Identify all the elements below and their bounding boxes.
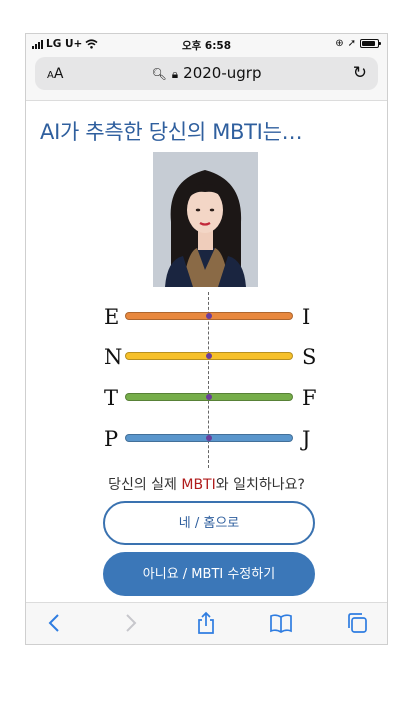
- browser-toolbar: [26, 602, 387, 644]
- url-text: 2020-ugrp: [183, 64, 262, 82]
- mbti-marker: [206, 313, 212, 319]
- mbti-marker: [206, 435, 212, 441]
- mbti-right-letter: I: [302, 305, 311, 329]
- lock-icon: 🔒︎: [171, 67, 179, 81]
- mbti-left-letter: N: [104, 345, 123, 369]
- orientation-lock-icon: ⊕: [335, 38, 344, 49]
- confirm-question: 당신의 실제 MBTI와 일치하나요?: [108, 477, 305, 493]
- reload-icon[interactable]: ↻: [353, 63, 367, 83]
- mbti-row: EI: [26, 305, 387, 330]
- mbti-left-letter: T: [104, 386, 119, 410]
- mbti-right-letter: F: [302, 386, 317, 410]
- profile-photo: [153, 152, 258, 287]
- mbti-left-letter: P: [104, 427, 119, 451]
- mbti-marker: [206, 394, 212, 400]
- mbti-row: TF: [26, 386, 387, 411]
- phone-screen: LG U+ 오후 6:58 ⊕ ➚ AA 🔍︎ 🔒︎ 2020-ugrp ↻ AI가…: [25, 33, 388, 645]
- share-icon[interactable]: [194, 611, 218, 635]
- address-bar-area: AA 🔍︎ 🔒︎ 2020-ugrp ↻: [26, 56, 387, 101]
- status-time: 오후 6:58: [181, 40, 232, 52]
- back-icon[interactable]: [43, 611, 67, 635]
- address-bar[interactable]: AA 🔍︎ 🔒︎ 2020-ugrp ↻: [35, 57, 378, 90]
- location-icon: ➚: [347, 38, 356, 49]
- mbti-row: PJ: [26, 427, 387, 452]
- mbti-row: NS: [26, 345, 387, 370]
- edit-mbti-button[interactable]: 아니요 / MBTI 수정하기: [103, 552, 315, 596]
- mbti-right-letter: J: [302, 427, 311, 451]
- status-bar: LG U+ 오후 6:58 ⊕ ➚: [26, 34, 387, 56]
- yes-home-button[interactable]: 네 / 홈으로: [103, 501, 315, 545]
- forward-icon[interactable]: [118, 611, 142, 635]
- tabs-icon[interactable]: [345, 611, 369, 635]
- mbti-left-letter: E: [104, 305, 120, 329]
- page-title: AI가 추측한 당신의 MBTI는…: [40, 120, 303, 144]
- mbti-highlight: MBTI: [181, 477, 216, 493]
- battery-icon: [360, 39, 381, 48]
- search-icon: 🔍︎: [151, 67, 167, 81]
- bookmarks-icon[interactable]: [269, 611, 293, 635]
- mbti-right-letter: S: [302, 345, 317, 369]
- mbti-marker: [206, 353, 212, 359]
